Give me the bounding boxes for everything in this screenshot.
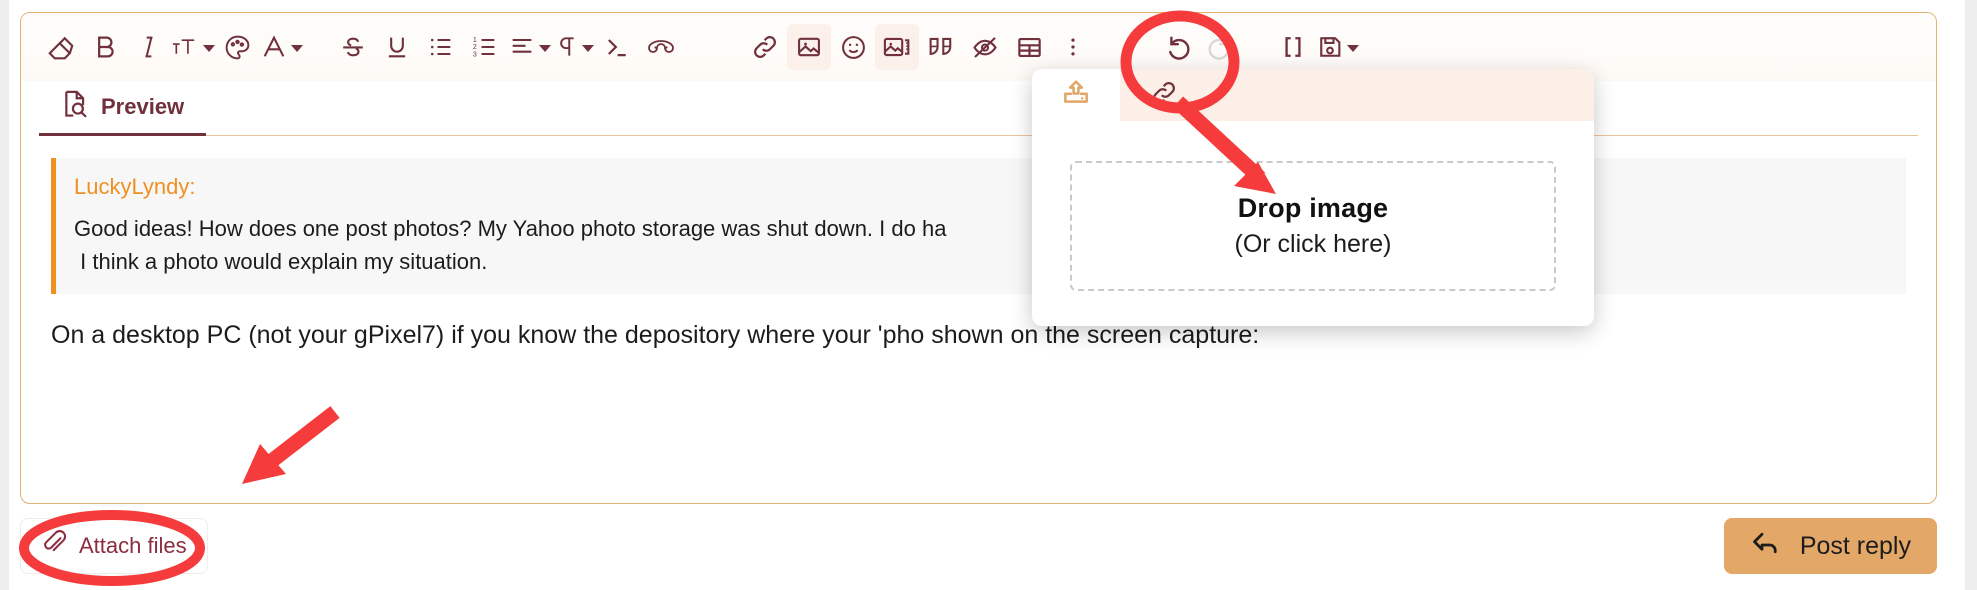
- link-icon[interactable]: [743, 24, 787, 70]
- popup-tab-strip: [1032, 69, 1594, 121]
- chevron-down-icon: [538, 45, 551, 52]
- editor-tabs: Preview: [39, 81, 1918, 136]
- chevron-down-icon: [581, 45, 594, 52]
- link-icon: [1149, 78, 1179, 113]
- reply-composer: 1 2 3 Preview LuckyLyndy: Good ideas! Ho…: [20, 12, 1937, 504]
- eraser-icon[interactable]: [39, 24, 83, 70]
- editor-paragraph: On a desktop PC (not your gPixel7) if yo…: [51, 321, 1260, 349]
- svg-text:3: 3: [473, 51, 477, 58]
- composer-page: 1 2 3 Preview LuckyLyndy: Good ideas! Ho…: [0, 0, 1977, 590]
- brackets-icon[interactable]: [1271, 24, 1315, 70]
- tab-label: Preview: [101, 94, 185, 119]
- paragraph-icon[interactable]: [551, 24, 595, 70]
- emoji-icon[interactable]: [831, 24, 875, 70]
- chevron-down-icon: [290, 45, 303, 52]
- image-dropzone[interactable]: Drop image (Or click here): [1070, 161, 1556, 291]
- upload-icon: [1060, 77, 1092, 114]
- bullet-list-icon[interactable]: [419, 24, 463, 70]
- text-color-icon[interactable]: [259, 24, 303, 70]
- strikethrough-icon[interactable]: [331, 24, 375, 70]
- image-insert-popup: Drop image (Or click here): [1032, 69, 1594, 326]
- attach-files-label: Attach files: [79, 533, 187, 558]
- popup-tab-url[interactable]: [1120, 69, 1208, 121]
- numbered-list-icon[interactable]: 1 2 3: [463, 24, 507, 70]
- dropzone-subtitle: (Or click here): [1234, 230, 1392, 258]
- quote-text: Good ideas! How does one post photos? My…: [74, 216, 1423, 274]
- quote-icon[interactable]: [919, 24, 963, 70]
- paperclip-icon: [41, 529, 67, 563]
- underline-icon[interactable]: [375, 24, 419, 70]
- table-icon[interactable]: [1007, 24, 1051, 70]
- redo-icon[interactable]: [1199, 24, 1243, 70]
- font-size-icon[interactable]: [171, 24, 215, 70]
- bold-icon[interactable]: [83, 24, 127, 70]
- dropzone-title: Drop image: [1237, 193, 1389, 223]
- quote-author: LuckyLyndy:: [74, 174, 196, 199]
- editor-body[interactable]: LuckyLyndy: Good ideas! How does one pos…: [21, 136, 1936, 355]
- more-options-icon[interactable]: [1051, 24, 1095, 70]
- tab-preview[interactable]: Preview: [39, 81, 207, 136]
- attach-files-button[interactable]: Attach files: [20, 518, 208, 574]
- spoiler-mask-icon[interactable]: [639, 24, 683, 70]
- italic-icon[interactable]: [127, 24, 171, 70]
- palette-icon[interactable]: [215, 24, 259, 70]
- align-icon[interactable]: [507, 24, 551, 70]
- svg-text:1: 1: [473, 37, 477, 44]
- editor-toolbar: 1 2 3: [21, 13, 1936, 81]
- chevron-down-icon: [1346, 45, 1359, 52]
- svg-text:2: 2: [473, 44, 477, 51]
- save-icon[interactable]: [1315, 24, 1359, 70]
- image-icon[interactable]: [787, 24, 831, 70]
- media-gallery-icon[interactable]: [875, 24, 919, 70]
- page-gutter-left: [0, 0, 9, 590]
- post-reply-label: Post reply: [1799, 531, 1911, 560]
- page-gutter-right: [1965, 0, 1977, 590]
- toolbar-group-insert: [743, 24, 1095, 70]
- quote-block: LuckyLyndy: Good ideas! How does one pos…: [51, 158, 1906, 294]
- post-reply-button[interactable]: Post reply: [1723, 518, 1937, 574]
- spoiler-icon[interactable]: [963, 24, 1007, 70]
- popup-tab-upload[interactable]: [1032, 69, 1120, 121]
- reply-arrow-icon: [1750, 528, 1784, 565]
- chevron-down-icon: [203, 45, 215, 52]
- code-icon[interactable]: [595, 24, 639, 70]
- toolbar-group-history: [1155, 24, 1359, 70]
- toolbar-group-format: 1 2 3: [39, 24, 683, 70]
- document-search-icon: [61, 89, 89, 125]
- undo-icon[interactable]: [1155, 24, 1199, 70]
